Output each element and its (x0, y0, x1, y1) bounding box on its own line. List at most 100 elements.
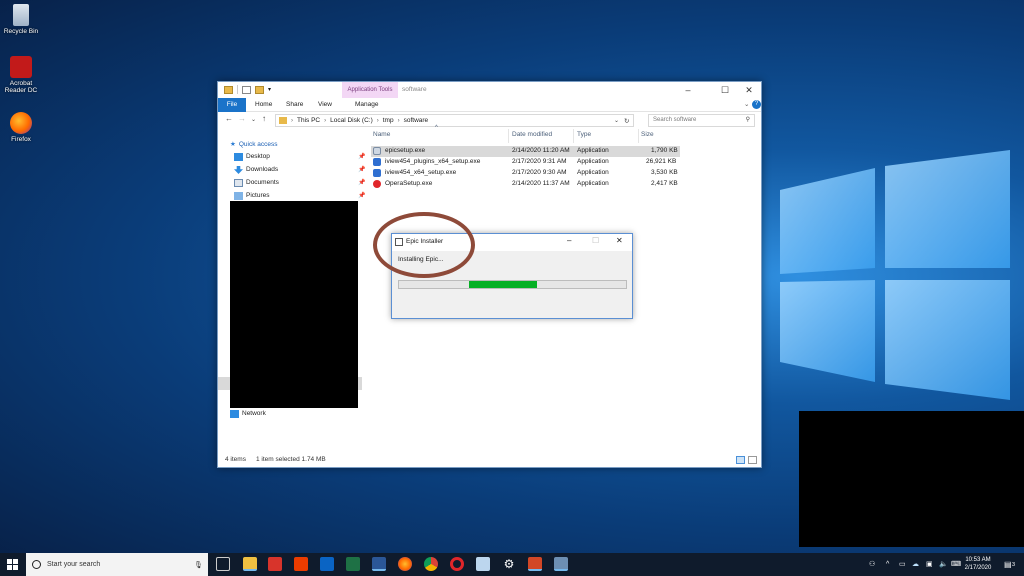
nav-item-downloads[interactable]: Downloads 📌 (234, 164, 365, 176)
outlook-icon[interactable] (320, 557, 334, 571)
people-icon[interactable]: ⚇ (869, 553, 875, 576)
new-folder-icon[interactable] (255, 85, 264, 94)
file-row[interactable]: iview454_x64_setup.exe 2/17/2020 9:30 AM… (371, 168, 680, 179)
context-tab-application-tools[interactable]: Application Tools (342, 82, 398, 98)
display-icon[interactable]: ▭ (899, 553, 906, 576)
recent-locations-icon[interactable]: ⌄ (251, 116, 256, 123)
maximize-button[interactable]: ☐ (592, 236, 599, 245)
item-count: 4 items (225, 456, 246, 463)
file-name: epicsetup.exe (385, 147, 426, 154)
address-bar[interactable]: › This PC › Local Disk (C:) › tmp › soft… (275, 114, 634, 127)
sort-arrow-icon: ^ (435, 125, 438, 131)
breadcrumb-software[interactable]: software (404, 117, 429, 124)
windows-logo (780, 150, 1010, 400)
nav-item-desktop[interactable]: Desktop 📌 (234, 151, 365, 163)
onedrive-icon[interactable]: ☁ (912, 553, 919, 576)
documents-icon (234, 179, 243, 187)
file-row[interactable]: OperaSetup.exe 2/14/2020 11:37 AM Applic… (371, 179, 680, 190)
file-date: 2/17/2020 9:31 AM (512, 158, 567, 165)
nav-quick-access[interactable]: ★ Quick access (230, 139, 277, 151)
notification-icon[interactable]: ▤ (1004, 553, 1012, 576)
up-arrow-icon[interactable]: ↑ (262, 114, 266, 123)
file-row[interactable]: epicsetup.exe 2/14/2020 11:20 AM Applica… (371, 146, 680, 157)
chevron-down-icon[interactable]: ⌄ (744, 98, 749, 112)
excel-icon[interactable] (346, 557, 360, 571)
file-row[interactable]: iview454_plugins_x64_setup.exe 2/17/2020… (371, 157, 680, 168)
nav-item-documents[interactable]: Documents 📌 (234, 177, 365, 189)
file-size: 1,790 KB (651, 147, 678, 154)
start-button[interactable] (7, 559, 18, 570)
window-title: software (402, 86, 427, 93)
explorer-titlebar[interactable]: ▾ Application Tools software – ☐ ✕ (218, 82, 761, 98)
column-name[interactable]: Name (373, 131, 390, 138)
tab-home[interactable]: Home (255, 98, 272, 112)
maximize-button[interactable]: ☐ (713, 82, 737, 98)
system-clock[interactable]: 10:53 AM 2/17/2020 (961, 556, 995, 572)
desktop-icon (234, 153, 243, 161)
details-view-icon[interactable] (736, 456, 745, 464)
quick-access-toolbar: ▾ (224, 85, 271, 94)
notification-count-badge: 3 (1012, 562, 1016, 568)
address-row: ← → ⌄ ↑ › This PC › Local Disk (C:) › tm… (218, 112, 761, 129)
minimize-button[interactable]: – (676, 82, 700, 98)
desktop-icon-label: Firefox (11, 136, 31, 143)
close-button[interactable]: ✕ (616, 236, 623, 245)
annotation-circle (373, 212, 475, 278)
desktop-icon-acrobat[interactable]: Acrobat Reader DC (2, 56, 40, 94)
properties-icon[interactable] (242, 85, 251, 94)
search-input[interactable]: Search software ⚲ (648, 114, 755, 127)
powerpoint-icon[interactable] (528, 557, 542, 571)
office-icon[interactable] (294, 557, 308, 571)
column-type[interactable]: Type (577, 131, 591, 138)
refresh-icon[interactable]: ↻ (624, 117, 629, 125)
taskbar-search-input[interactable]: Start your search 🎙 (26, 553, 208, 576)
back-arrow-icon[interactable]: ← (225, 114, 233, 123)
chrome-icon[interactable] (424, 557, 438, 571)
column-date-modified[interactable]: Date modified (512, 131, 552, 138)
breadcrumb-tmp[interactable]: tmp (383, 117, 394, 124)
volume-muted-icon[interactable]: 🔈 (939, 553, 948, 576)
tab-share[interactable]: Share (286, 98, 303, 112)
tab-file[interactable]: File (218, 98, 246, 112)
keyboard-icon[interactable]: ⌨ (951, 553, 961, 576)
opera-icon (373, 180, 381, 188)
large-icons-view-icon[interactable] (748, 456, 757, 464)
chevron-down-icon[interactable]: ⌄ (614, 117, 619, 124)
tab-manage[interactable]: Manage (355, 98, 379, 112)
chevron-down-icon[interactable]: ▾ (268, 86, 271, 93)
file-explorer-taskbar-icon[interactable] (243, 557, 257, 571)
breadcrumb-this-pc[interactable]: This PC (297, 117, 320, 124)
nav-network[interactable]: Network (230, 408, 266, 420)
minimize-button[interactable]: – (567, 236, 571, 245)
pin-icon: 📌 (358, 154, 366, 160)
file-name: OperaSetup.exe (385, 180, 433, 187)
paint-app-icon[interactable] (268, 557, 282, 571)
installer-taskbar-icon[interactable] (554, 557, 568, 571)
forward-arrow-icon[interactable]: → (238, 114, 246, 123)
firefox-taskbar-icon[interactable] (398, 557, 412, 571)
close-button[interactable]: ✕ (737, 82, 761, 98)
installer-icon (373, 147, 381, 155)
settings-gear-icon[interactable]: ⚙ (502, 557, 516, 571)
file-type: Application (577, 158, 609, 165)
downloads-icon (234, 166, 243, 174)
taskbar: Start your search 🎙 ⚙ ⚇ ^ ▭ ☁ ▣ 🔈 ⌨ 10:5… (0, 553, 1024, 576)
file-size: 2,417 KB (651, 180, 678, 187)
column-size[interactable]: Size (641, 131, 654, 138)
tray-chevron-up-icon[interactable]: ^ (886, 553, 889, 576)
file-type: Application (577, 180, 609, 187)
network-tray-icon[interactable]: ▣ (926, 553, 933, 576)
desktop-icon-label: Recycle Bin (3, 28, 39, 35)
word-icon[interactable] (372, 557, 386, 571)
breadcrumb-local-disk[interactable]: Local Disk (C:) (330, 117, 373, 124)
file-date: 2/14/2020 11:37 AM (512, 180, 570, 187)
task-view-icon[interactable] (216, 557, 230, 571)
network-app-icon[interactable] (476, 557, 490, 571)
opera-taskbar-icon[interactable] (450, 557, 464, 571)
microphone-icon[interactable]: 🎙 (194, 561, 203, 569)
desktop-icon-firefox[interactable]: Firefox (2, 112, 40, 143)
desktop-icon-recycle-bin[interactable]: Recycle Bin (2, 4, 40, 35)
tab-view[interactable]: View (318, 98, 332, 112)
help-icon[interactable]: ? (752, 100, 761, 109)
network-icon (230, 410, 239, 418)
